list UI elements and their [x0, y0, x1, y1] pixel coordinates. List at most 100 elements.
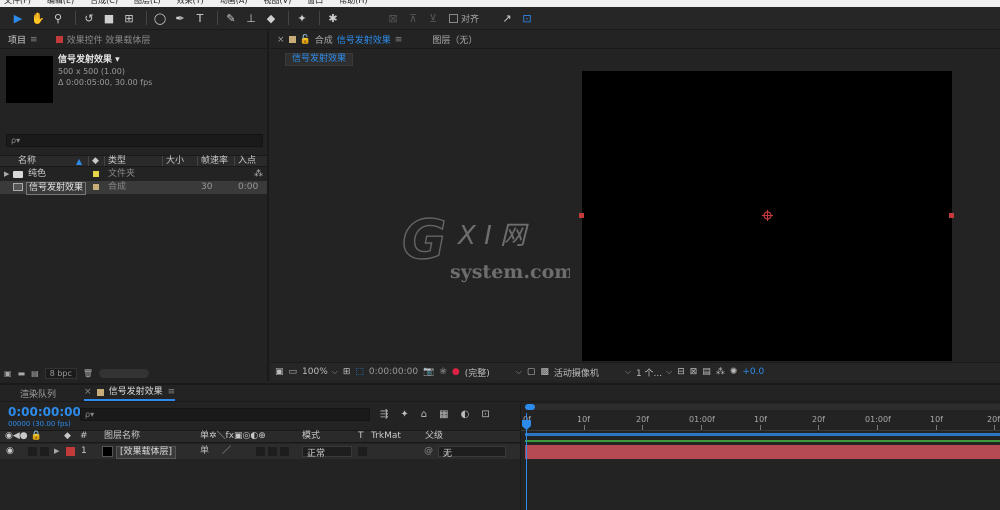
col-name[interactable]: 名称 — [18, 156, 36, 167]
region-of-interest-icon[interactable]: ▢ — [527, 367, 536, 377]
graph-editor-icon[interactable]: ⊡ — [481, 409, 489, 420]
expand-arrow-icon[interactable]: ▶ — [4, 168, 9, 181]
shy-switch-icon[interactable]: 单 — [200, 444, 209, 459]
tab-composition[interactable]: × 🔓 合成 信号发射效果 ≡ — [277, 33, 403, 47]
col-trkmat[interactable]: TrkMat — [371, 431, 401, 442]
menu-animation[interactable]: 动画(A) — [216, 0, 248, 7]
menu-view[interactable]: 视图(V) — [260, 0, 292, 7]
dropdown-arrow-icon[interactable]: ▾ — [115, 55, 120, 65]
menu-window[interactable]: 窗口 — [303, 0, 323, 7]
panel-menu-icon[interactable]: ≡ — [395, 35, 403, 45]
mask-visibility-icon[interactable]: ⬚ — [355, 367, 364, 377]
pick-whip-icon[interactable]: @ — [424, 444, 433, 459]
view-axis-icon[interactable]: ⊻ — [425, 10, 441, 26]
eraser-tool-icon[interactable]: ◆ — [263, 10, 279, 26]
close-icon[interactable]: × — [277, 35, 285, 45]
local-axis-icon[interactable]: ⊠ — [385, 10, 401, 26]
col-in[interactable]: 入点 — [238, 156, 256, 167]
transparency-grid-icon[interactable]: ▩ — [540, 367, 549, 377]
menu-help[interactable]: 帮助(H) — [335, 0, 367, 7]
col-t[interactable]: T — [358, 431, 364, 442]
tab-render-queue[interactable]: 渲染队列 — [20, 387, 56, 400]
zoom-dropdown[interactable]: 100% ⌵ — [302, 367, 338, 377]
align-checkbox[interactable]: 对齐 — [449, 12, 479, 25]
preserve-transparency-toggle[interactable] — [358, 447, 367, 456]
panel-menu-icon[interactable]: ≡ — [30, 35, 38, 45]
lock-toggle[interactable] — [40, 447, 49, 456]
selection-tool-icon[interactable]: ▶ — [10, 10, 26, 26]
video-visibility-icon[interactable]: ◉ — [6, 444, 14, 459]
col-layer-name[interactable]: 图层名称 — [104, 431, 140, 442]
current-time-display[interactable]: 0:00:00:00 — [8, 405, 81, 419]
lock-icon[interactable]: 🔓 — [300, 35, 311, 45]
switch-box[interactable] — [280, 447, 289, 456]
right-handle[interactable] — [949, 213, 954, 218]
bpc-button[interactable]: 8 bpc — [44, 368, 77, 379]
exposure-value[interactable]: +0.0 — [742, 367, 764, 377]
trash-icon[interactable]: 🗑 — [83, 369, 93, 378]
puppet-pin-tool-icon[interactable]: ✱ — [325, 10, 341, 26]
hand-tool-icon[interactable]: ✋ — [30, 10, 46, 26]
audio-toggle[interactable] — [28, 447, 37, 456]
interpret-footage-icon[interactable]: ▣ — [4, 369, 12, 378]
fast-preview-icon[interactable]: ⊠ — [690, 367, 698, 377]
clone-stamp-tool-icon[interactable]: ⊥ — [243, 10, 259, 26]
label-swatch-yellow[interactable] — [93, 171, 99, 177]
parent-dropdown[interactable]: 无 ⌵ — [438, 446, 506, 459]
time-navigator-start[interactable] — [525, 404, 535, 410]
resolution-dropdown[interactable]: (完整) ⌵ — [465, 366, 522, 379]
flowchart-icon[interactable]: ⁂ — [716, 367, 725, 377]
layer-label-swatch[interactable] — [66, 447, 75, 456]
layer-switches-icon[interactable]: 单✲＼fx▣◎◐⊕ — [200, 431, 266, 442]
breadcrumb-comp[interactable]: 信号发射效果 — [285, 52, 354, 66]
snap-target-icon[interactable]: ⊡ — [519, 10, 535, 26]
layer-duration-bar[interactable] — [525, 445, 1000, 459]
frame-blending-icon[interactable]: ▦ — [439, 409, 448, 420]
quality-switch-icon[interactable]: ／ — [222, 444, 231, 459]
menu-layer[interactable]: 图层(L) — [130, 0, 161, 7]
monitor-icon[interactable]: ▭ — [289, 367, 298, 377]
color-channel-icon[interactable]: ● — [452, 367, 460, 377]
draft-3d-icon[interactable]: ✦ — [400, 409, 408, 420]
col-size[interactable]: 大小 — [166, 156, 184, 167]
viewer-stage[interactable] — [271, 69, 1000, 361]
comp-mini-flowchart-icon[interactable]: ⇶ — [380, 409, 388, 420]
layer-name[interactable]: [效果载体层] — [116, 446, 177, 459]
snapshot-icon[interactable]: 📷 — [423, 367, 434, 377]
project-row-comp[interactable]: 信号发射效果 合成 30 0:00 — [0, 181, 267, 195]
pen-tool-icon[interactable]: ✒ — [172, 10, 188, 26]
col-mode[interactable]: 模式 — [302, 431, 320, 442]
switch-box[interactable] — [268, 447, 277, 456]
av-features-icon[interactable]: ◉◀● 🔒 — [5, 431, 42, 442]
safe-margins-icon[interactable]: ⊞ — [343, 367, 351, 377]
tab-timeline-comp[interactable]: × 信号发射效果 ≡ — [84, 386, 176, 401]
anchor-point-icon[interactable] — [762, 210, 773, 221]
tab-effect-controls[interactable]: 效果控件 效果载体层 — [55, 33, 150, 46]
show-snapshot-icon[interactable]: ❀ — [439, 367, 447, 377]
close-icon[interactable]: × — [84, 386, 92, 399]
left-handle[interactable] — [579, 213, 584, 218]
project-scrollbar[interactable] — [99, 369, 150, 378]
snap-icon[interactable]: ↗ — [499, 10, 515, 26]
pan-behind-tool-icon[interactable]: ⊞ — [121, 10, 137, 26]
menu-effect[interactable]: 效果(T) — [173, 0, 204, 7]
views-dropdown[interactable]: 1 个... ⌵ — [636, 366, 672, 379]
timeline-icon[interactable]: ▤ — [702, 367, 711, 377]
switch-box[interactable] — [256, 447, 265, 456]
label-swatch-tan[interactable] — [93, 184, 99, 190]
reset-exposure-icon[interactable]: ✺ — [730, 367, 738, 377]
expand-arrow-icon[interactable]: ▶ — [54, 444, 59, 459]
rotate-tool-icon[interactable]: ↺ — [81, 10, 97, 26]
text-tool-icon[interactable]: T — [192, 10, 208, 26]
col-parent[interactable]: 父级 — [425, 431, 443, 442]
col-type[interactable]: 类型 — [108, 156, 126, 167]
new-comp-icon[interactable]: ▤ — [31, 369, 39, 378]
menu-composition[interactable]: 合成(C) — [86, 0, 118, 7]
flowchart-icon[interactable]: ⁂ — [254, 168, 263, 181]
timeline-graph-area[interactable]: 0f 10f 20f 01:00f 10f 20f 01:00f 10f 20f — [520, 403, 1000, 510]
col-fps[interactable]: 帧速率 — [201, 156, 228, 167]
timeline-layer-row[interactable]: ◉ ▶ 1 [效果载体层] 单 ／ 正常 ⌵ @ 无 ⌵ — [0, 444, 520, 459]
shy-layers-icon[interactable]: ⌂ — [421, 409, 427, 420]
comp-canvas[interactable] — [579, 71, 954, 361]
brush-tool-icon[interactable]: ✎ — [223, 10, 239, 26]
